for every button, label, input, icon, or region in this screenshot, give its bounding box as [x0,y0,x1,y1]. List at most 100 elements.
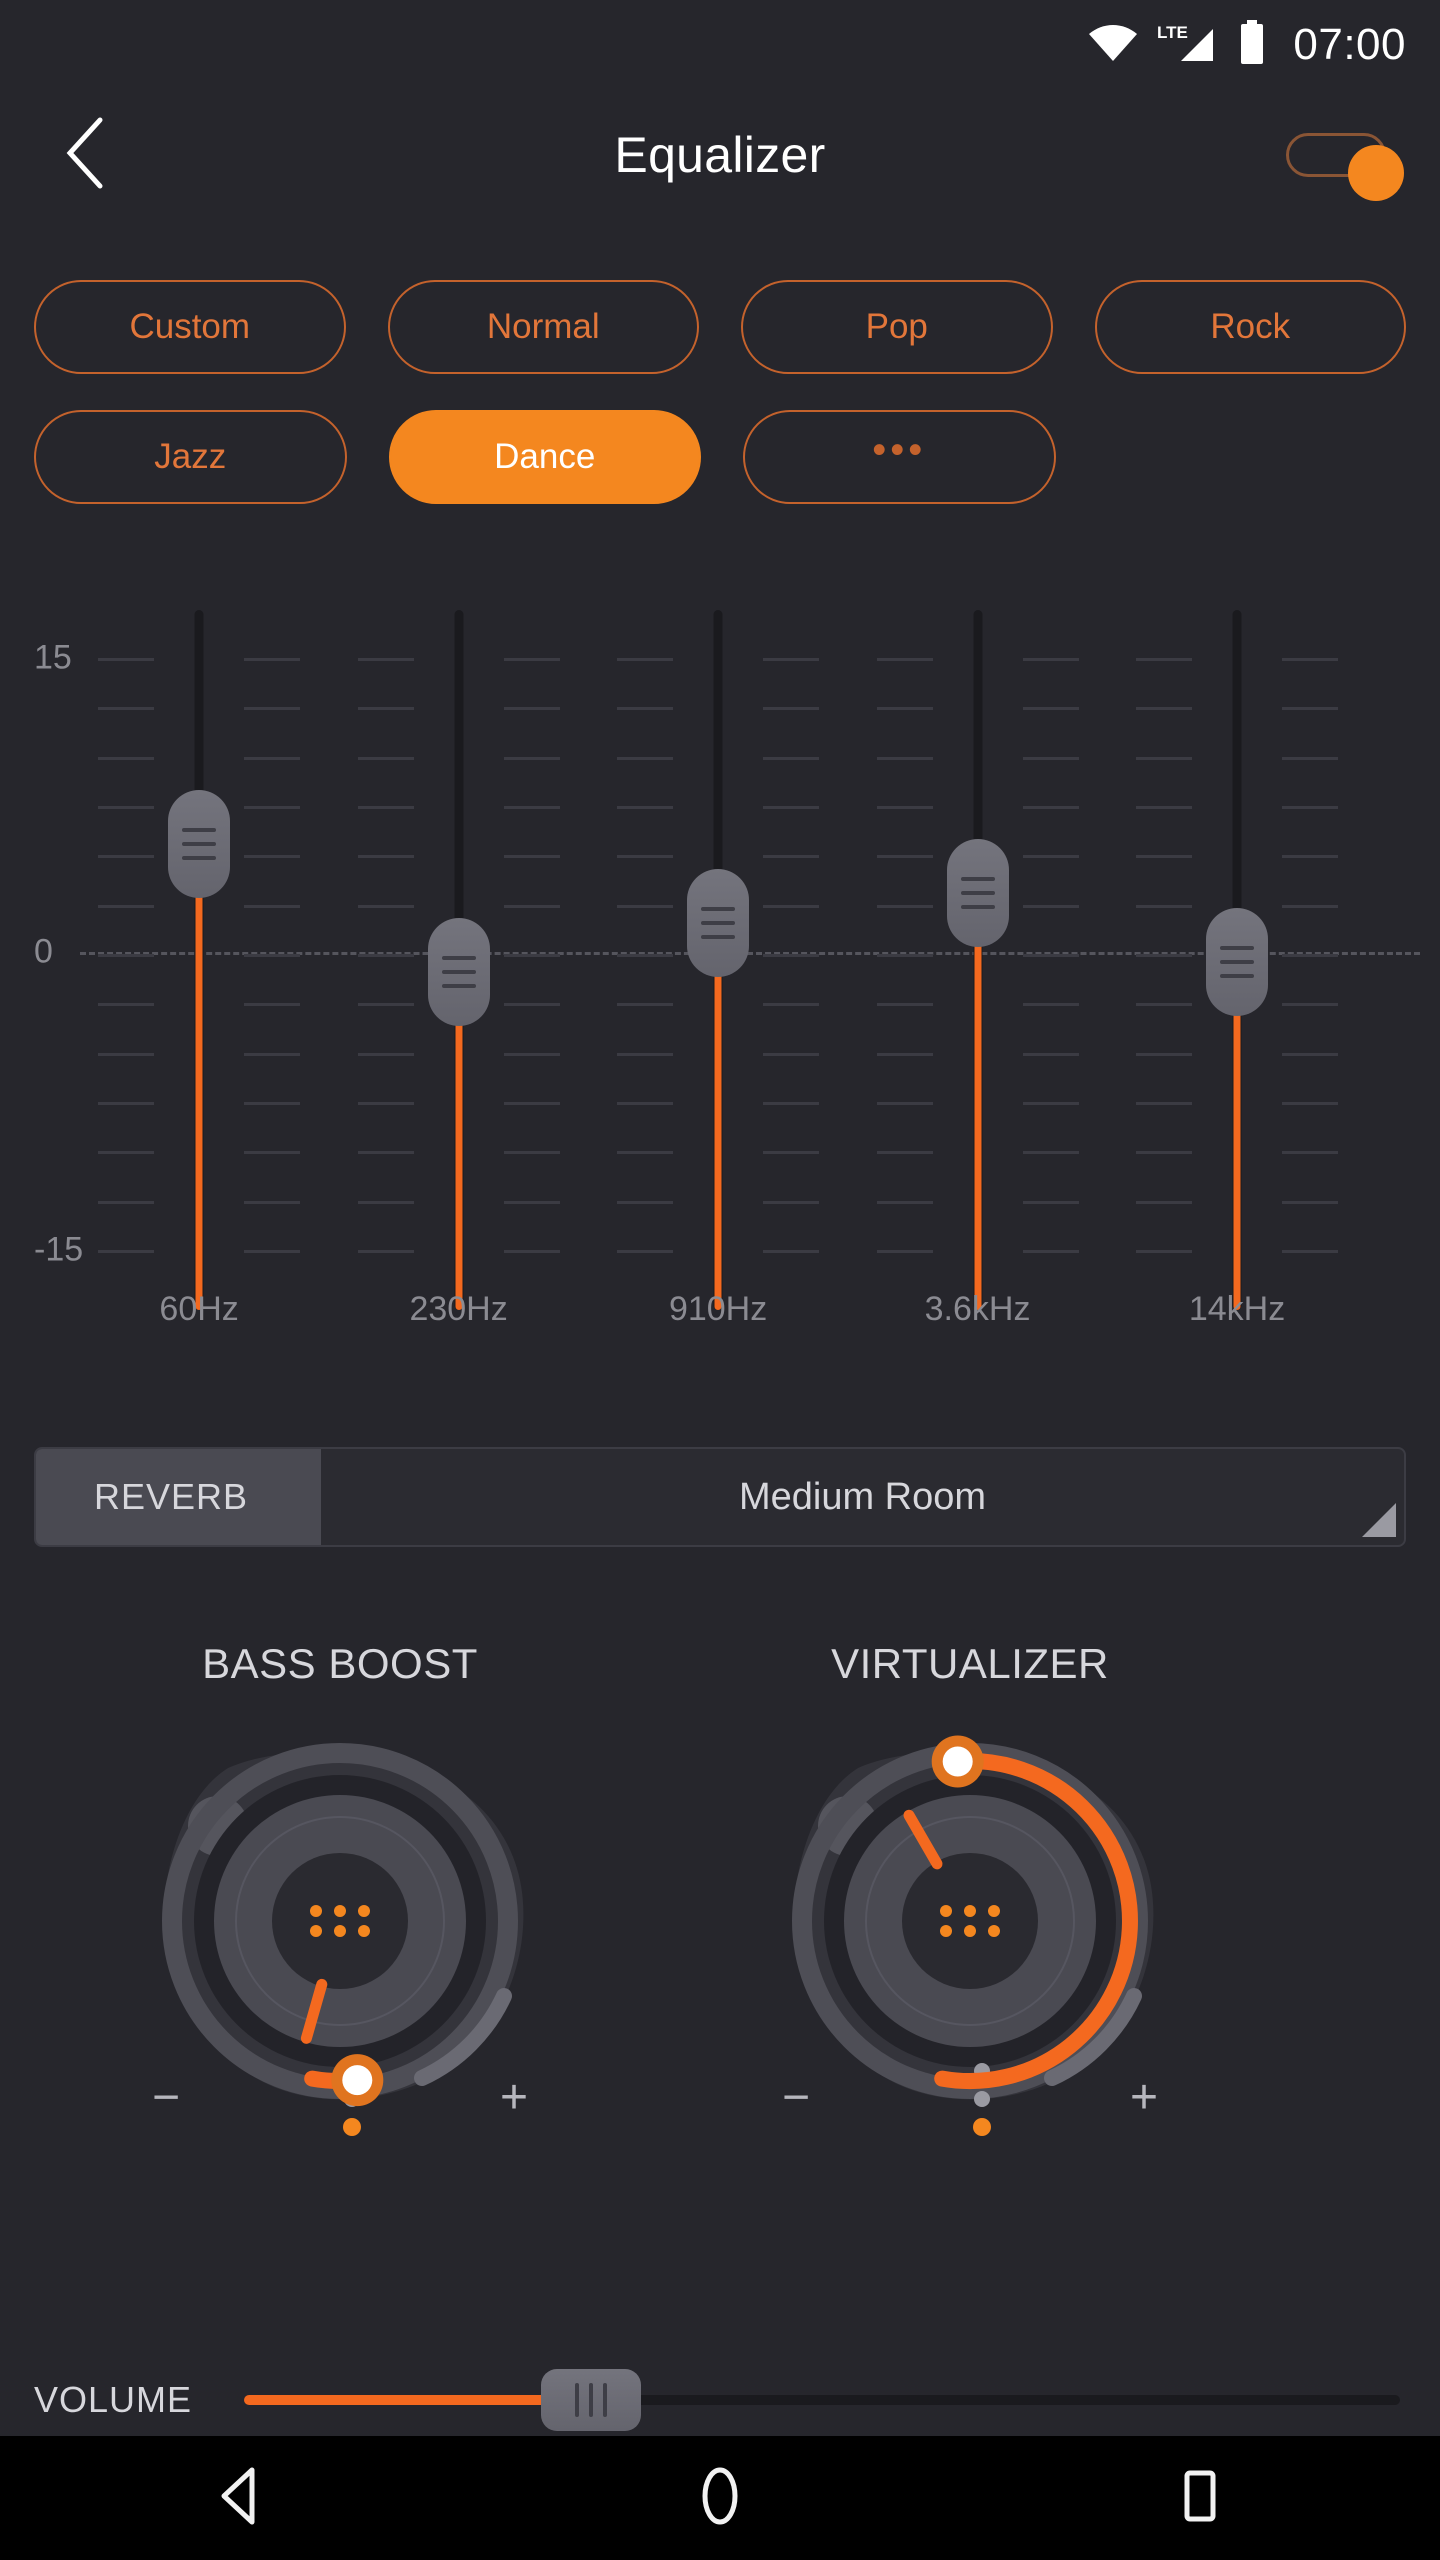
tick-mark [357,658,414,661]
eq-band-frequency-label: 60Hz [159,1290,239,1328]
tick-mark [1136,855,1193,859]
lte-signal-icon: LTE [1157,21,1219,70]
grip-line [701,920,736,925]
tick-mark [763,806,820,809]
grip-line [182,842,217,847]
bass-boost-knob[interactable]: − + [110,1706,570,2146]
tick-mark [1022,707,1079,711]
eq-band-thumb[interactable] [946,839,1009,948]
eq-band-slider[interactable] [873,600,1083,1320]
knob-center-dot [940,1925,952,1937]
knob-center-dot [988,1925,1000,1937]
tick-mark [1282,855,1339,859]
tick-mark [1282,1151,1339,1155]
tick-mark [876,1200,933,1204]
equalizer-enable-toggle[interactable] [1286,127,1404,201]
tick-mark [244,1200,301,1204]
eq-band-frequency-label: 14kHz [1188,1290,1286,1328]
eq-band-slider[interactable] [94,600,304,1320]
reverb-selected-value[interactable]: Medium Room [321,1449,1404,1545]
tick-mark [617,707,674,711]
preset-button-custom[interactable]: Custom [34,280,346,374]
tick-mark [876,1250,933,1253]
grip-line [1220,973,1255,978]
wifi-icon [1087,23,1139,68]
bass-boost-plus-label: + [499,2071,528,2124]
eq-band-slider[interactable] [1132,600,1342,1320]
preset-row-spacer [1098,410,1407,504]
tick-mark [357,756,414,760]
volume-slider[interactable] [244,2369,1400,2431]
eq-band-thumb[interactable] [427,917,490,1026]
preset-button-rock[interactable]: Rock [1094,280,1406,374]
volume-thumb[interactable] [540,2369,641,2431]
tick-mark [1136,1151,1193,1155]
svg-text:LTE: LTE [1157,23,1188,42]
page-title: Equalizer [614,127,826,183]
tick-mark [357,1102,414,1105]
tick-mark [763,855,820,859]
virtualizer-knob[interactable]: − + [740,1706,1200,2146]
tick-mark [244,1250,301,1253]
tick-mark [244,1003,301,1007]
tick-mark [1136,954,1193,957]
tick-mark [1282,756,1339,760]
preset-button-dance[interactable]: Dance [388,410,701,504]
tick-mark [1022,806,1079,809]
knob-handle [942,1746,973,1777]
tick-mark [876,1003,933,1007]
status-bar: LTE 07:00 [0,0,1440,90]
eq-band-thumb[interactable] [687,868,750,977]
volume-control: VOLUME [0,2360,1440,2440]
preset-row-2: Jazz Dance ••• [0,410,1440,504]
tick-mark [876,1052,933,1056]
tick-mark [617,658,674,661]
grip-line [701,906,736,911]
tick-mark [98,806,155,809]
eq-band-fill [714,964,722,1310]
eq-band-thumb[interactable] [1206,907,1269,1016]
preset-button-more[interactable]: ••• [743,410,1056,504]
tick-mark [503,658,560,661]
grip-line [182,856,217,861]
tick-mark [357,707,414,711]
tick-mark [1282,1250,1339,1253]
tick-mark [357,1052,414,1056]
tick-mark [1136,1052,1193,1056]
knob-step-dot [974,2091,990,2107]
grip-line [588,2383,593,2417]
preset-button-normal[interactable]: Normal [387,280,699,374]
nav-recents-button[interactable] [1120,2436,1280,2560]
tick-mark [617,1003,674,1007]
eq-band-thumb[interactable] [168,790,231,899]
tick-mark [1136,1003,1193,1007]
reverb-spinner[interactable]: REVERB Medium Room [34,1447,1406,1547]
eq-band-slider[interactable] [354,600,564,1320]
tick-mark [503,1052,560,1056]
knob-center-dot [334,1905,346,1917]
preset-button-jazz[interactable]: Jazz [34,410,347,504]
tick-mark [244,658,301,661]
tick-mark [763,954,820,957]
tick-mark [98,658,155,661]
scale-label-max: 15 [34,638,72,677]
grip-line [602,2383,607,2417]
tick-mark [98,1102,155,1105]
tick-mark [763,1250,820,1253]
status-bar-clock: 07:00 [1293,20,1406,69]
tick-mark [244,1102,301,1105]
preset-button-pop[interactable]: Pop [741,280,1053,374]
tick-mark [1282,707,1339,711]
tick-mark [1282,658,1339,661]
grip-line [441,969,476,974]
back-triangle-icon [210,2465,270,2532]
nav-home-button[interactable] [640,2436,800,2560]
nav-back-button[interactable] [160,2436,320,2560]
reverb-value-text: Medium Room [738,1475,987,1518]
knob-center-dot [310,1925,322,1937]
tick-mark [357,855,414,859]
back-button[interactable] [40,110,130,200]
tick-mark [763,1003,820,1007]
eq-band-slider[interactable] [613,600,823,1320]
preset-list: Custom Normal Pop Rock Jazz Dance ••• [0,280,1440,540]
